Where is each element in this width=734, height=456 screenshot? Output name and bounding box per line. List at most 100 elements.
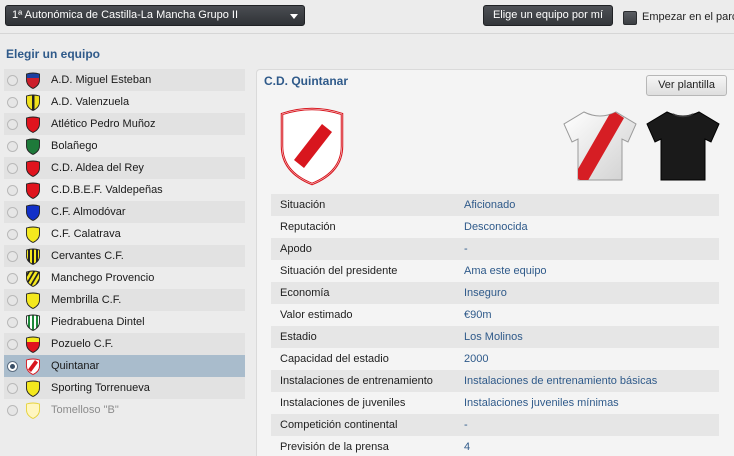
team-radio[interactable]	[7, 97, 18, 108]
team-radio[interactable]	[7, 141, 18, 152]
info-label: Situación del presidente	[280, 265, 398, 277]
info-value: Instalaciones de entrenamiento básicas	[464, 375, 658, 387]
info-value: 4	[464, 441, 471, 453]
info-label: Instalaciones de entrenamiento	[280, 375, 433, 387]
info-row: Economía Inseguro	[271, 282, 719, 304]
start-unemployed-checkbox[interactable]	[623, 11, 637, 25]
team-row[interactable]: Bolañego	[4, 135, 245, 157]
team-radio[interactable]	[7, 361, 18, 372]
info-label: Capacidad del estadio	[280, 353, 389, 365]
team-row[interactable]: A.D. Miguel Esteban	[4, 69, 245, 91]
start-unemployed-label: Empezar en el parc	[642, 11, 734, 23]
club-detail-panel: C.D. Quintanar Ver plantilla Situación Af…	[256, 69, 734, 456]
team-name: Manchego Provencio	[51, 272, 155, 284]
info-value: Aficionado	[464, 199, 516, 211]
team-crest-icon	[26, 94, 40, 111]
info-row: Apodo -	[271, 238, 719, 260]
info-label: Estadio	[280, 331, 317, 343]
team-row[interactable]: Sporting Torrenueva	[4, 377, 245, 399]
info-label: Apodo	[280, 243, 312, 255]
team-name: C.F. Almodóvar	[51, 206, 126, 218]
team-row[interactable]: Pozuelo C.F.	[4, 333, 245, 355]
team-row: Tomelloso "B"	[4, 399, 245, 421]
team-radio[interactable]	[7, 295, 18, 306]
team-row[interactable]: C.D. Aldea del Rey	[4, 157, 245, 179]
team-crest-icon	[26, 138, 40, 155]
info-label: Reputación	[280, 221, 336, 233]
team-radio[interactable]	[7, 207, 18, 218]
team-radio[interactable]	[7, 251, 18, 262]
info-value: Los Molinos	[464, 331, 523, 343]
team-crest-icon	[26, 72, 40, 89]
team-row[interactable]: Quintanar	[4, 355, 245, 377]
info-value: Instalaciones juveniles mínimas	[464, 397, 619, 409]
team-name: A.D. Valenzuela	[51, 96, 130, 108]
team-crest-icon	[26, 380, 40, 397]
team-row[interactable]: Atlético Pedro Muñoz	[4, 113, 245, 135]
team-crest-icon	[26, 248, 40, 265]
team-crest-icon	[26, 182, 40, 199]
team-row[interactable]: Membrilla C.F.	[4, 289, 245, 311]
division-select-value: 1ª Autonómica de Castilla-La Mancha Grup…	[12, 9, 239, 21]
team-radio[interactable]	[7, 229, 18, 240]
info-label: Previsión de la prensa	[280, 441, 389, 453]
team-radio[interactable]	[7, 405, 18, 416]
team-row[interactable]: C.F. Almodóvar	[4, 201, 245, 223]
info-value: €90m	[464, 309, 492, 321]
team-radio[interactable]	[7, 317, 18, 328]
team-name: C.D.B.E.F. Valdepeñas	[51, 184, 163, 196]
division-select[interactable]: 1ª Autonómica de Castilla-La Mancha Grup…	[5, 5, 305, 26]
info-row: Competición continental -	[271, 414, 719, 436]
team-radio[interactable]	[7, 383, 18, 394]
info-row: Valor estimado €90m	[271, 304, 719, 326]
pick-team-for-me-button[interactable]: Elige un equipo por mí	[483, 5, 613, 26]
team-name: Tomelloso "B"	[51, 404, 119, 416]
info-row: Estadio Los Molinos	[271, 326, 719, 348]
team-crest-icon	[26, 336, 40, 353]
info-row: Situación del presidente Ama este equipo	[271, 260, 719, 282]
team-row[interactable]: C.D.B.E.F. Valdepeñas	[4, 179, 245, 201]
team-name: Sporting Torrenueva	[51, 382, 150, 394]
info-row: Previsión de la prensa 4	[271, 436, 719, 456]
club-crest-icon	[280, 107, 344, 186]
team-name: Piedrabuena Dintel	[51, 316, 145, 328]
team-crest-icon	[26, 226, 40, 243]
team-row[interactable]: A.D. Valenzuela	[4, 91, 245, 113]
info-row: Instalaciones de entrenamiento Instalacio…	[271, 370, 719, 392]
home-kit-icon	[563, 111, 637, 181]
info-value: Ama este equipo	[464, 265, 547, 277]
team-row[interactable]: C.F. Calatrava	[4, 223, 245, 245]
team-name: Atlético Pedro Muñoz	[51, 118, 156, 130]
team-radio[interactable]	[7, 185, 18, 196]
team-crest-icon	[26, 116, 40, 133]
info-row: Reputación Desconocida	[271, 216, 719, 238]
club-name: C.D. Quintanar	[264, 74, 349, 88]
info-value: Desconocida	[464, 221, 528, 233]
view-squad-button[interactable]: Ver plantilla	[646, 75, 727, 96]
team-crest-icon	[26, 204, 40, 221]
info-value: -	[464, 419, 468, 431]
info-label: Economía	[280, 287, 330, 299]
team-name: Pozuelo C.F.	[51, 338, 114, 350]
club-info-table: Situación Aficionado Reputación Desconocida…	[271, 194, 719, 456]
team-row[interactable]: Cervantes C.F.	[4, 245, 245, 267]
team-crest-icon	[26, 314, 40, 331]
choose-team-heading: Elegir un equipo	[6, 47, 101, 61]
team-row[interactable]: Manchego Provencio	[4, 267, 245, 289]
team-radio[interactable]	[7, 339, 18, 350]
team-row[interactable]: Piedrabuena Dintel	[4, 311, 245, 333]
team-name: Cervantes C.F.	[51, 250, 124, 262]
info-label: Instalaciones de juveniles	[280, 397, 406, 409]
team-name: A.D. Miguel Esteban	[51, 74, 152, 86]
team-radio[interactable]	[7, 273, 18, 284]
team-radio[interactable]	[7, 75, 18, 86]
team-crest-icon	[26, 358, 40, 375]
team-list: A.D. Miguel Esteban A.D. Valenzuela Atléti…	[4, 69, 245, 421]
team-radio[interactable]	[7, 163, 18, 174]
team-name: Membrilla C.F.	[51, 294, 122, 306]
chevron-down-icon	[290, 14, 298, 19]
info-value: -	[464, 243, 468, 255]
team-radio[interactable]	[7, 119, 18, 130]
team-name: C.D. Aldea del Rey	[51, 162, 144, 174]
info-label: Situación	[280, 199, 326, 211]
